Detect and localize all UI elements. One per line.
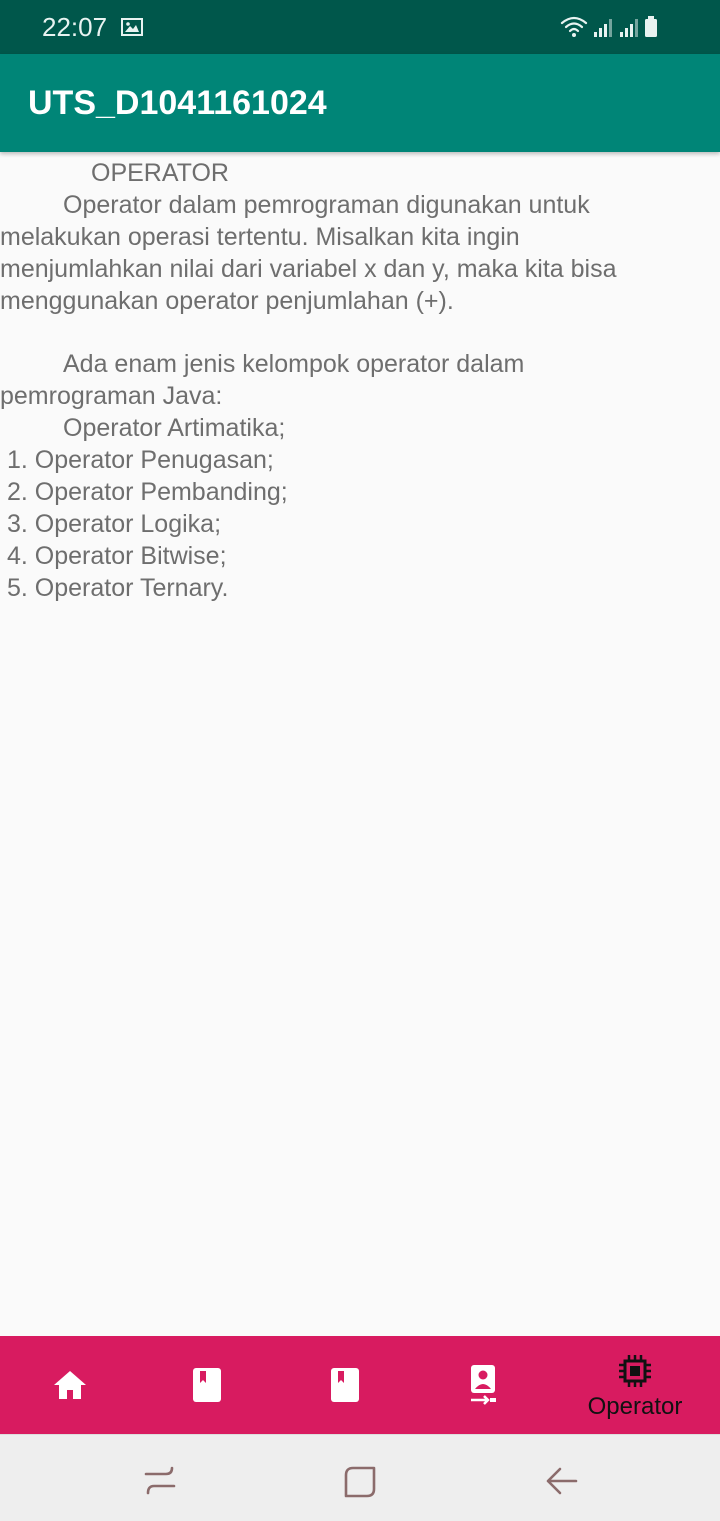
home-button[interactable]	[330, 1435, 390, 1521]
nav-item-contact[interactable]	[411, 1336, 555, 1434]
system-navigation-bar	[0, 1434, 720, 1521]
home-icon	[54, 1371, 86, 1399]
nav-item-home[interactable]	[0, 1336, 144, 1434]
status-icons	[560, 14, 680, 45]
nav-item-book-2[interactable]	[273, 1336, 417, 1434]
signal-icon	[594, 19, 612, 37]
nav-item-book-1[interactable]	[135, 1336, 279, 1434]
list-item: Operator Artimatika;	[63, 414, 286, 442]
list-item: 2. Operator Pembanding;	[7, 478, 288, 506]
content-area: OPERATOR Operator dalam pemrograman digu…	[0, 152, 720, 1336]
list-item: 3. Operator Logika;	[7, 510, 222, 538]
recent-apps-icon	[144, 1466, 176, 1495]
bottom-navigation: Operator	[0, 1336, 720, 1434]
paragraph-line: Operator dalam pemrograman digunakan unt…	[63, 191, 590, 219]
content-heading: OPERATOR	[91, 159, 229, 187]
paragraph-line: menjumlahkan nilai dari variabel x dan y…	[0, 255, 617, 283]
nav-item-operator[interactable]: Operator	[563, 1336, 707, 1434]
gallery-notification-icon	[121, 18, 143, 41]
status-bar: 22:07	[0, 0, 720, 54]
chip-icon	[619, 1355, 651, 1387]
contact-transfer-icon	[471, 1365, 496, 1405]
paragraph-line: pemrograman Java:	[0, 382, 223, 410]
book-icon	[331, 1368, 359, 1402]
list-item: 4. Operator Bitwise;	[7, 542, 227, 570]
paragraph-line: Ada enam jenis kelompok operator dalam	[63, 350, 525, 378]
battery-icon	[645, 16, 657, 37]
list-item: 5. Operator Ternary.	[7, 574, 229, 602]
back-arrow-icon	[546, 1467, 578, 1495]
status-time: 22:07	[42, 12, 108, 42]
book-icon	[193, 1368, 221, 1402]
app-title: UTS_D1041161024	[28, 84, 327, 122]
nav-item-operator-label: Operator	[587, 1393, 683, 1420]
signal-icon-2	[620, 19, 638, 37]
app-bar: UTS_D1041161024	[0, 54, 720, 152]
paragraph-line: menggunakan operator penjumlahan (+).	[0, 287, 454, 315]
paragraph-line: melakukan operasi tertentu. Misalkan kit…	[0, 223, 520, 251]
recent-apps-button[interactable]	[130, 1435, 190, 1521]
back-button[interactable]	[530, 1435, 590, 1521]
list-item: 1. Operator Penugasan;	[7, 446, 274, 474]
wifi-icon	[560, 16, 588, 33]
home-square-icon	[344, 1466, 376, 1498]
